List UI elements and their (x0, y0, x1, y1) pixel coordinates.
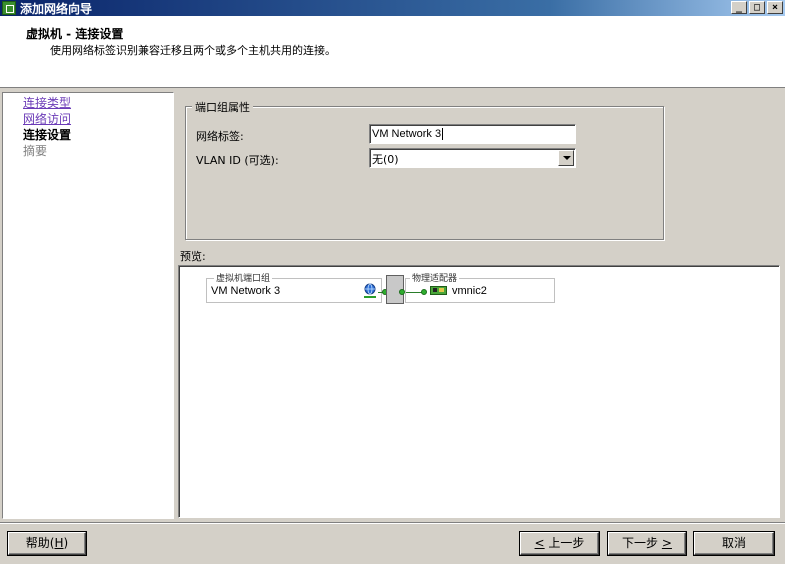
physical-adapters-title: 物理适配器 (410, 271, 460, 284)
network-card-icon (430, 286, 447, 295)
next-button-label: 下一步 (622, 536, 662, 550)
next-button-key: > (661, 536, 672, 550)
vlan-id-select[interactable]: 无(0) (369, 148, 576, 168)
vlan-id-label: VLAN ID (可选): (196, 154, 279, 167)
virtual-machine-network-icon (364, 283, 376, 298)
wizard-steps: 连接类型 网络访问 连接设置 摘要 (2, 92, 174, 519)
help-button-key: H (54, 536, 64, 550)
wizard-header: 虚拟机 - 连接设置 使用网络标签识别兼容迁移且两个或多个主机共用的连接。 (0, 16, 785, 88)
help-button-suffix: ) (63, 536, 69, 550)
minimize-button[interactable]: _ (731, 1, 747, 14)
network-label-label: 网络标签: (196, 130, 244, 143)
step-connection-settings: 连接设置 (23, 128, 72, 142)
help-button-label: 帮助( (25, 536, 55, 550)
window-title: 添加网络向导 (20, 1, 93, 16)
step-summary: 摘要 (23, 144, 48, 158)
footer-divider (0, 522, 785, 524)
help-button[interactable]: 帮助(H) (8, 532, 86, 555)
vm-port-group-title: 虚拟机端口组 (214, 271, 273, 284)
page-title: 虚拟机 - 连接设置 (26, 27, 124, 41)
title-bar: 添加网络向导 _ □ × (0, 0, 785, 16)
window-controls: _ □ × (731, 1, 783, 14)
text-caret (442, 128, 444, 141)
vlan-id-selected: 无(0) (372, 153, 399, 166)
network-label-input[interactable]: VM Network 3 (369, 124, 576, 144)
step-connection-type[interactable]: 连接类型 (23, 95, 173, 111)
app-icon (2, 1, 16, 15)
back-button-label: 上一步 (544, 536, 585, 550)
page-subtitle: 使用网络标签识别兼容迁移且两个或多个主机共用的连接。 (50, 44, 336, 57)
port-group-properties-legend: 端口组属性 (192, 99, 253, 115)
chevron-down-icon[interactable] (558, 150, 574, 166)
cancel-button[interactable]: 取消 (694, 532, 774, 555)
next-button[interactable]: 下一步 > (608, 532, 686, 555)
back-button-key: < (534, 536, 545, 550)
maximize-button[interactable]: □ (749, 1, 765, 14)
step-network-access[interactable]: 网络访问 (23, 111, 173, 127)
close-button[interactable]: × (767, 1, 783, 14)
vm-port-group-name: VM Network 3 (211, 285, 281, 297)
network-label-value: VM Network 3 (372, 128, 442, 140)
back-button[interactable]: < 上一步 (520, 532, 599, 555)
preview-label: 预览: (180, 250, 206, 263)
nic-name: vmnic2 (452, 285, 487, 297)
